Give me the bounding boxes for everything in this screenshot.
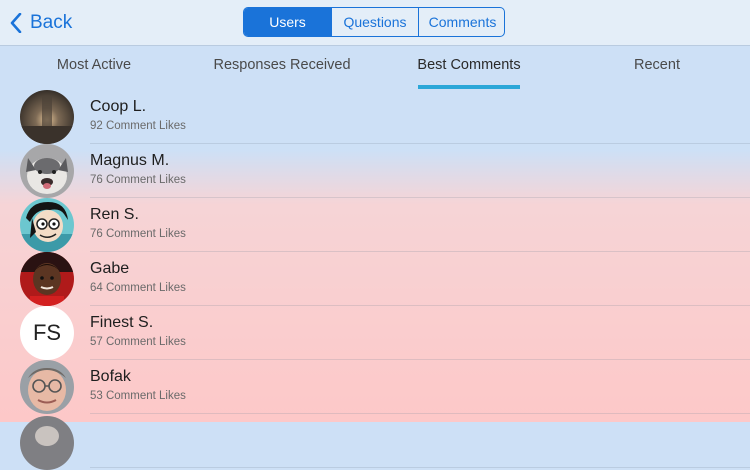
tab-best-comments[interactable]: Best Comments: [417, 57, 520, 73]
list-item[interactable]: [0, 414, 750, 470]
user-name: Ren S.: [90, 206, 139, 223]
active-tab-indicator: [418, 85, 520, 89]
list-item[interactable]: Magnus M. 76 Comment Likes: [0, 144, 750, 198]
segmented-control: Users Questions Comments: [243, 7, 505, 37]
segment-comments[interactable]: Comments: [418, 8, 504, 36]
user-name: Coop L.: [90, 98, 147, 115]
list-item[interactable]: Gabe 64 Comment Likes: [0, 252, 750, 306]
avatar: [20, 144, 74, 198]
user-list: Coop L. 92 Comment Likes Magnus M. 76 Co…: [0, 90, 750, 470]
list-item[interactable]: Coop L. 92 Comment Likes: [0, 90, 750, 144]
segment-users[interactable]: Users: [244, 8, 331, 36]
comment-likes-count: 64 Comment Likes: [90, 282, 186, 294]
avatar: [20, 90, 74, 144]
tab-responses-received[interactable]: Responses Received: [213, 57, 350, 73]
comment-likes-count: 92 Comment Likes: [90, 120, 186, 132]
comment-likes-count: 53 Comment Likes: [90, 390, 186, 402]
back-label: Back: [30, 12, 73, 33]
user-name: Gabe: [90, 260, 130, 277]
tab-most-active[interactable]: Most Active: [57, 57, 131, 73]
avatar: [20, 416, 74, 470]
comment-likes-count: 57 Comment Likes: [90, 336, 186, 348]
sort-tabs: Most Active Responses Received Best Comm…: [0, 46, 750, 90]
user-name: Finest S.: [90, 314, 154, 331]
chevron-left-icon: [10, 13, 22, 33]
avatar: [20, 198, 74, 252]
back-button[interactable]: Back: [10, 9, 72, 37]
avatar-initials: FS: [20, 306, 74, 360]
avatar: [20, 252, 74, 306]
list-item[interactable]: Ren S. 76 Comment Likes: [0, 198, 750, 252]
tab-recent[interactable]: Recent: [634, 57, 680, 73]
comment-likes-count: 76 Comment Likes: [90, 228, 186, 240]
navigation-bar: Back Users Questions Comments: [0, 0, 750, 46]
user-name: Magnus M.: [90, 152, 170, 169]
segment-questions[interactable]: Questions: [331, 8, 418, 36]
comment-likes-count: 76 Comment Likes: [90, 174, 186, 186]
list-item[interactable]: FS Finest S. 57 Comment Likes: [0, 306, 750, 360]
avatar: [20, 360, 74, 414]
user-name: Bofak: [90, 368, 131, 385]
list-item[interactable]: Bofak 53 Comment Likes: [0, 360, 750, 414]
